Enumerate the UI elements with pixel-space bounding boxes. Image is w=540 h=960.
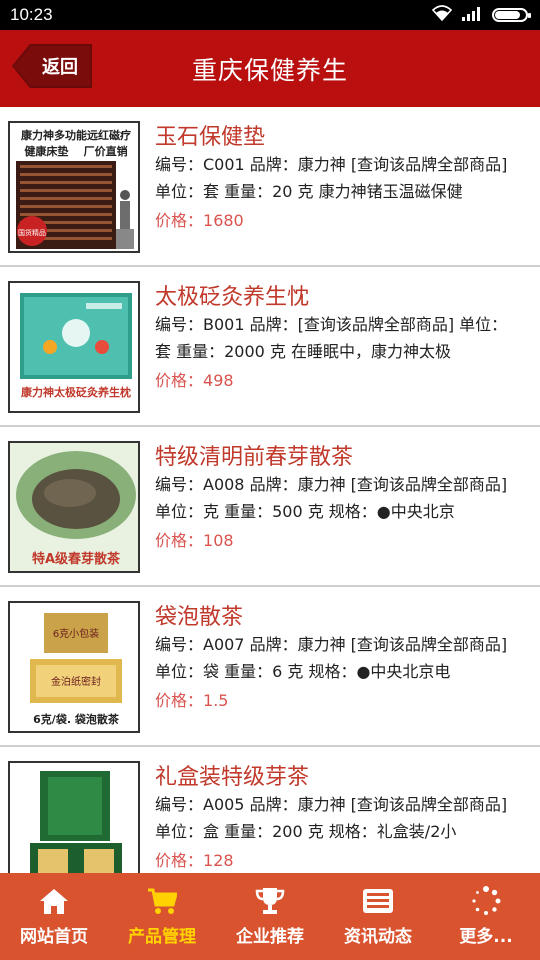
wifi-icon bbox=[431, 5, 453, 25]
product-image[interactable] bbox=[8, 761, 140, 873]
product-name[interactable]: 特级清明前春芽散茶 bbox=[155, 439, 353, 471]
image-caption: 康力神多功能远红磁疗 bbox=[21, 128, 131, 142]
product-row[interactable]: 康力神多功能远红磁疗 健康床垫 厂价直销 国货精品 玉石保健垫 编号：C001 … bbox=[0, 107, 540, 267]
nav-label: 更多... bbox=[459, 927, 513, 947]
product-price: 价格：1680 bbox=[155, 207, 244, 231]
nav-news[interactable]: 资讯动态 bbox=[324, 873, 432, 960]
nav-label: 资讯动态 bbox=[344, 927, 412, 947]
product-description: 编号：A007 品牌：康力神 [查询该品牌全部商品] 单位：袋 重量：6 克 规… bbox=[155, 635, 508, 681]
product-name[interactable]: 太极砭灸养生忱 bbox=[155, 279, 309, 311]
product-price: 价格：128 bbox=[155, 847, 234, 871]
nav-companies[interactable]: 企业推荐 bbox=[216, 873, 324, 960]
product-row[interactable]: 6克小包装 金泊纸密封 6克/袋. 袋泡散茶 袋泡散茶 编号：A007 品牌：康… bbox=[0, 587, 540, 747]
home-icon bbox=[39, 886, 69, 916]
product-list[interactable]: 康力神多功能远红磁疗 健康床垫 厂价直销 国货精品 玉石保健垫 编号：C001 … bbox=[0, 107, 540, 873]
trophy-icon bbox=[255, 886, 285, 916]
product-price: 价格：108 bbox=[155, 527, 234, 551]
price-label: 价格： bbox=[155, 691, 204, 710]
product-name[interactable]: 袋泡散茶 bbox=[155, 599, 243, 631]
product-name[interactable]: 玉石保健垫 bbox=[155, 119, 265, 151]
price-label: 价格： bbox=[155, 371, 204, 390]
product-row[interactable]: 康力神太极砭灸养生枕 太极砭灸养生忱 编号：B001 品牌：[查询该品牌全部商品… bbox=[0, 267, 540, 427]
price-value: 1.5 bbox=[203, 691, 229, 710]
signal-icon bbox=[462, 6, 482, 25]
price-label: 价格： bbox=[155, 211, 204, 230]
news-icon bbox=[362, 886, 394, 916]
image-caption: 6克/袋. 袋泡散茶 bbox=[33, 712, 120, 726]
price-value: 1680 bbox=[203, 211, 244, 230]
product-price: 价格：1.5 bbox=[155, 687, 228, 711]
product-description: 编号：A005 品牌：康力神 [查询该品牌全部商品] 单位：盒 重量：200 克… bbox=[155, 795, 508, 841]
product-description: 编号：B001 品牌：[查询该品牌全部商品] 单位：套 重量：2000 克 在睡… bbox=[155, 315, 508, 361]
product-image[interactable]: 特A级春芽散茶 bbox=[8, 441, 140, 573]
product-image[interactable]: 康力神多功能远红磁疗 健康床垫 厂价直销 国货精品 bbox=[8, 121, 140, 253]
nav-label: 企业推荐 bbox=[236, 927, 304, 947]
status-time: 10:23 bbox=[10, 5, 53, 24]
page-title: 重庆保健养生 bbox=[191, 55, 348, 85]
price-label: 价格： bbox=[155, 851, 204, 870]
product-image[interactable]: 康力神太极砭灸养生枕 bbox=[8, 281, 140, 413]
nav-more[interactable]: 更多... bbox=[432, 873, 540, 960]
bottom-nav: 网站首页 产品管理 企业推荐 资讯动态 更多... bbox=[0, 873, 540, 960]
back-button[interactable]: 返回 bbox=[12, 44, 92, 88]
nav-label: 网站首页 bbox=[20, 927, 88, 947]
price-value: 498 bbox=[203, 371, 234, 390]
product-image[interactable]: 6克小包装 金泊纸密封 6克/袋. 袋泡散茶 bbox=[8, 601, 140, 733]
product-description: 编号：C001 品牌：康力神 [查询该品牌全部商品] 单位：套 重量：20 克 … bbox=[155, 155, 508, 201]
image-caption: 国货精品 bbox=[18, 228, 46, 237]
image-caption: 康力神太极砭灸养生枕 bbox=[21, 385, 131, 399]
battery-level bbox=[495, 11, 520, 19]
product-description: 编号：A008 品牌：康力神 [查询该品牌全部商品] 单位：克 重量：500 克… bbox=[155, 475, 508, 521]
price-label: 价格： bbox=[155, 531, 204, 550]
image-caption: 特A级春芽散茶 bbox=[32, 551, 121, 567]
nav-home[interactable]: 网站首页 bbox=[0, 873, 108, 960]
app-header: 返回 重庆保健养生 bbox=[0, 30, 540, 107]
back-label: 返回 bbox=[42, 57, 78, 78]
product-price: 价格：498 bbox=[155, 367, 234, 391]
product-row[interactable]: 特A级春芽散茶 特级清明前春芽散茶 编号：A008 品牌：康力神 [查询该品牌全… bbox=[0, 427, 540, 587]
more-icon bbox=[471, 886, 501, 916]
nav-label: 产品管理 bbox=[128, 927, 196, 947]
status-bar: 10:23 bbox=[0, 0, 540, 30]
status-icons bbox=[431, 5, 531, 25]
product-name[interactable]: 礼盒装特级芽茶 bbox=[155, 759, 309, 791]
image-caption: 6克小包装 bbox=[53, 627, 99, 640]
cart-icon bbox=[147, 886, 177, 916]
price-value: 128 bbox=[203, 851, 234, 870]
nav-products[interactable]: 产品管理 bbox=[108, 873, 216, 960]
image-caption: 健康床垫 厂价直销 bbox=[24, 144, 127, 158]
battery-icon bbox=[492, 8, 531, 22]
image-caption: 金泊纸密封 bbox=[51, 675, 101, 688]
price-value: 108 bbox=[203, 531, 234, 550]
product-row[interactable]: 礼盒装特级芽茶 编号：A005 品牌：康力神 [查询该品牌全部商品] 单位：盒 … bbox=[0, 747, 540, 873]
